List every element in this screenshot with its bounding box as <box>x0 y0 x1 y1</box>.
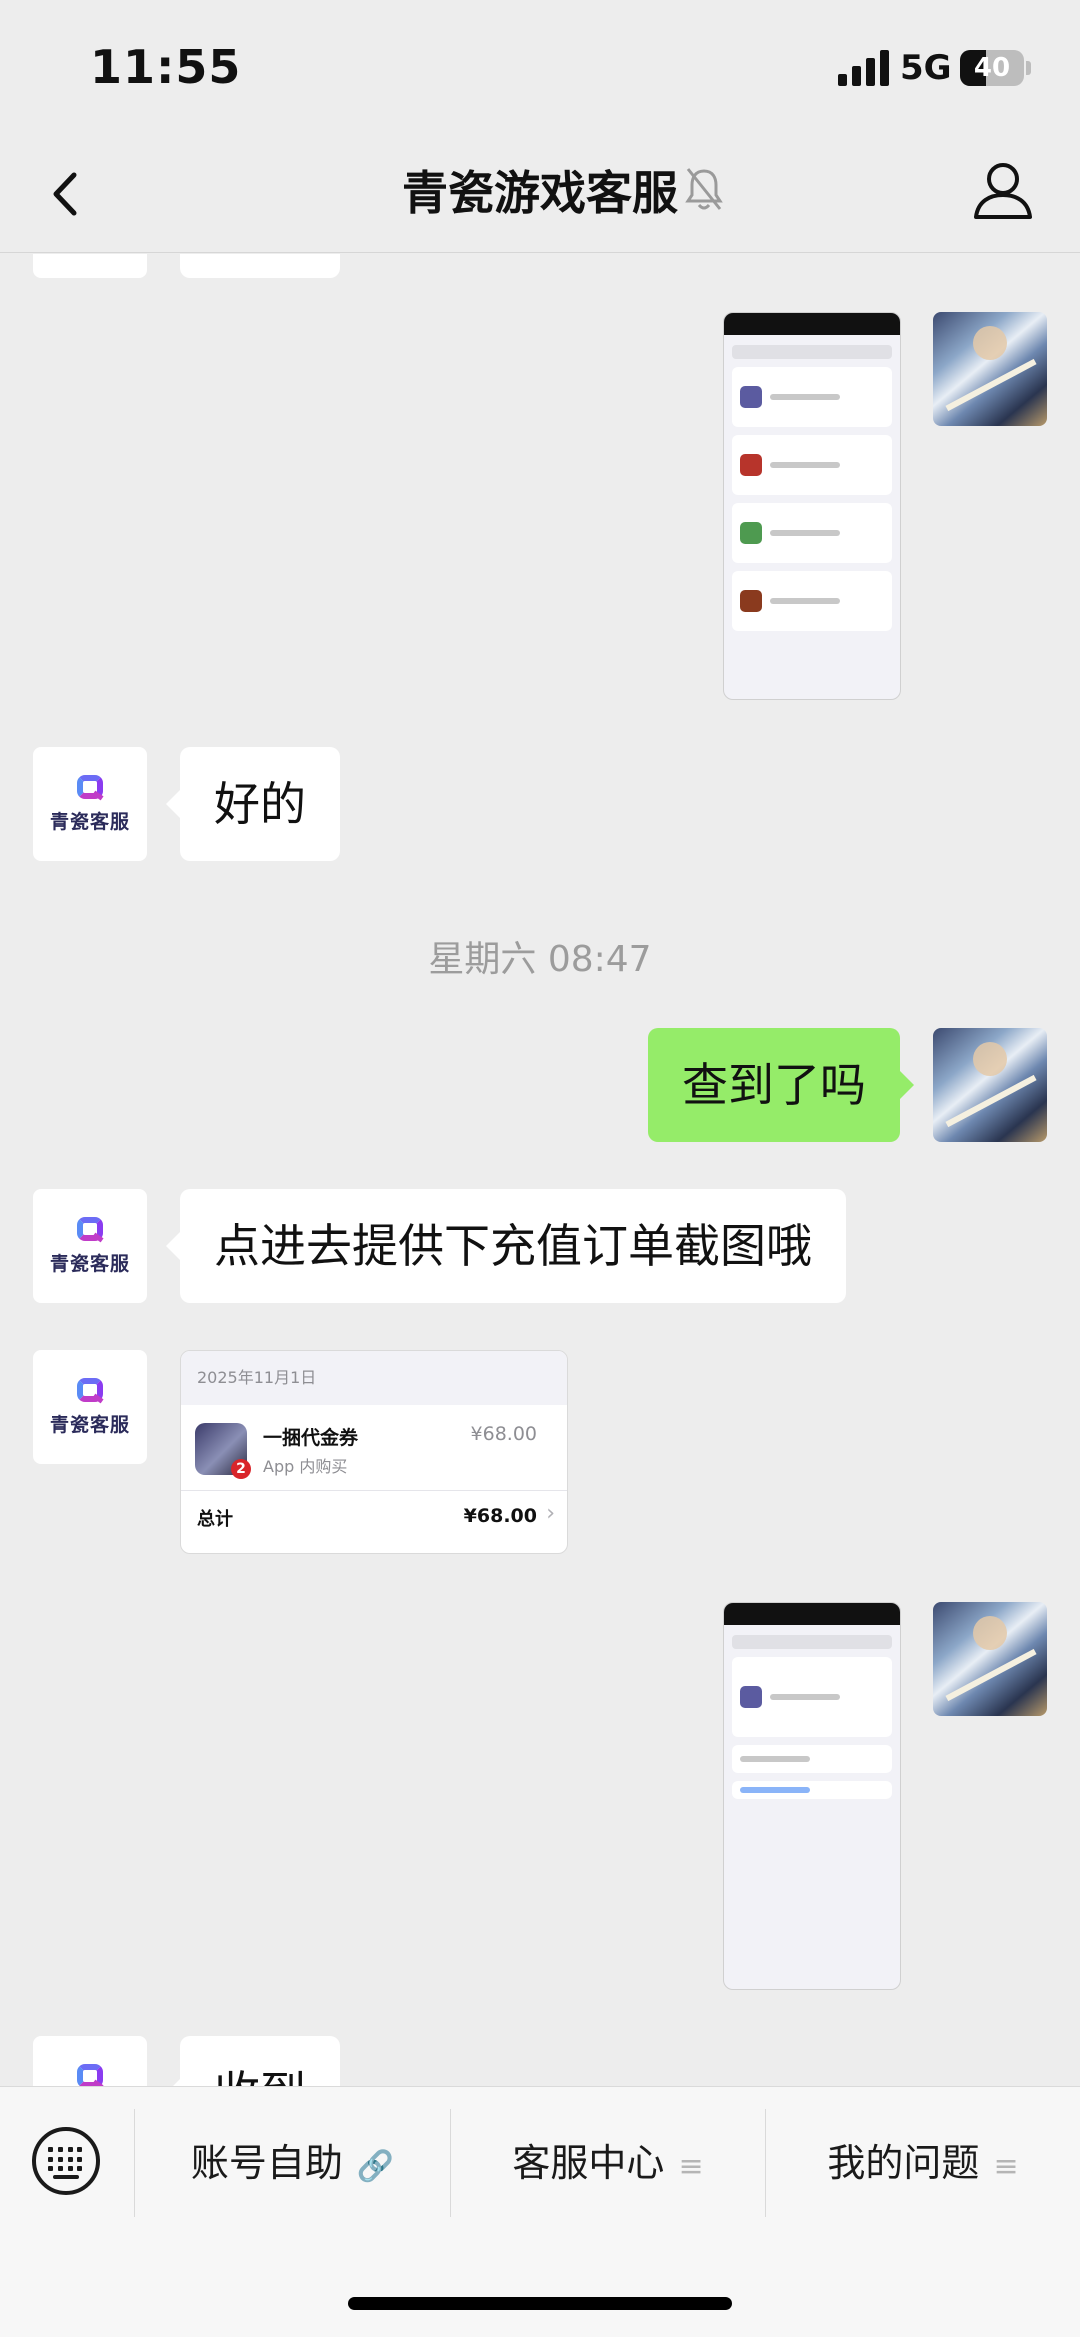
image-message-purchase-history[interactable] <box>723 312 901 700</box>
message-bubble[interactable]: 点进去提供下充值订单截图哦 <box>166 1189 846 1303</box>
menu-customer-center[interactable]: 客服中心 ≡ <box>451 2109 765 2217</box>
user-avatar[interactable] <box>933 312 1047 426</box>
keyboard-icon <box>48 2147 84 2173</box>
support-avatar[interactable] <box>33 254 147 278</box>
message-bubble[interactable]: 查到了吗 <box>648 1028 914 1142</box>
support-avatar[interactable]: 青瓷客服 <box>33 747 147 861</box>
order-item-type: App 内购买 <box>263 1457 348 1476</box>
support-avatar[interactable]: 青瓷客服 <box>33 1189 147 1303</box>
keyboard-toggle-button[interactable] <box>32 2127 100 2195</box>
order-total-label: 总计 <box>197 1509 233 1530</box>
order-item-price: ¥68.00 <box>470 1423 537 1445</box>
menu-lines-icon: ≡ <box>993 2149 1019 2184</box>
support-avatar[interactable]: 青瓷客服 <box>33 2036 147 2086</box>
support-avatar[interactable]: 青瓷客服 <box>33 1350 147 1464</box>
user-avatar[interactable] <box>933 1602 1047 1716</box>
order-total-price: ¥68.00 <box>463 1505 537 1527</box>
time-divider: 星期六 08:47 <box>428 939 652 980</box>
order-date: 2025年11月1日 <box>181 1351 567 1405</box>
network-type: 5G <box>900 48 952 88</box>
image-message-order-detail[interactable] <box>723 1602 901 1990</box>
profile-icon <box>974 163 1032 219</box>
signal-icon <box>838 50 890 86</box>
battery-icon: 40 <box>960 50 1024 86</box>
message-bubble[interactable]: 好的 <box>166 747 340 861</box>
message-bubble-clipped[interactable] <box>180 254 340 278</box>
menu-label: 我的问题 <box>827 2141 980 2185</box>
menu-label: 客服中心 <box>512 2141 665 2185</box>
game-app-icon <box>195 1423 251 1479</box>
menu-account-self-service[interactable]: 账号自助 🔗 <box>135 2109 450 2217</box>
link-icon: 🔗 <box>356 2149 395 2184</box>
chat-message-list[interactable]: 青瓷客服 好的 星期六 08:47 查到了吗 青瓷客服 点进去提供下充值订单截图… <box>0 254 1080 2086</box>
profile-button[interactable] <box>970 157 1036 223</box>
menu-lines-icon: ≡ <box>678 2149 704 2184</box>
home-indicator[interactable] <box>348 2297 732 2310</box>
menu-my-questions[interactable]: 我的问题 ≡ <box>766 2109 1080 2217</box>
order-item: 一捆代金券 App 内购买 ¥68.00 <box>181 1405 567 1491</box>
chat-header: 青瓷游戏客服 <box>0 135 1080 253</box>
chevron-right-icon: › <box>546 1501 555 1526</box>
message-bubble[interactable]: 收到 <box>166 2036 340 2086</box>
battery-cap <box>1026 61 1031 75</box>
order-card-image[interactable]: 2025年11月1日 一捆代金券 App 内购买 ¥68.00 总计 ¥68.0… <box>180 1350 568 1554</box>
status-time: 11:55 <box>90 40 242 94</box>
chat-title: 青瓷游戏客服 <box>402 166 678 220</box>
order-item-name: 一捆代金券 <box>263 1427 359 1449</box>
battery-percent: 40 <box>973 53 1011 83</box>
status-bar: 11:55 5G 40 <box>0 0 1080 135</box>
menu-label: 账号自助 <box>190 2141 343 2185</box>
mute-bell-icon <box>684 165 724 213</box>
user-avatar[interactable] <box>933 1028 1047 1142</box>
support-logo-text: 青瓷客服 <box>49 811 130 833</box>
